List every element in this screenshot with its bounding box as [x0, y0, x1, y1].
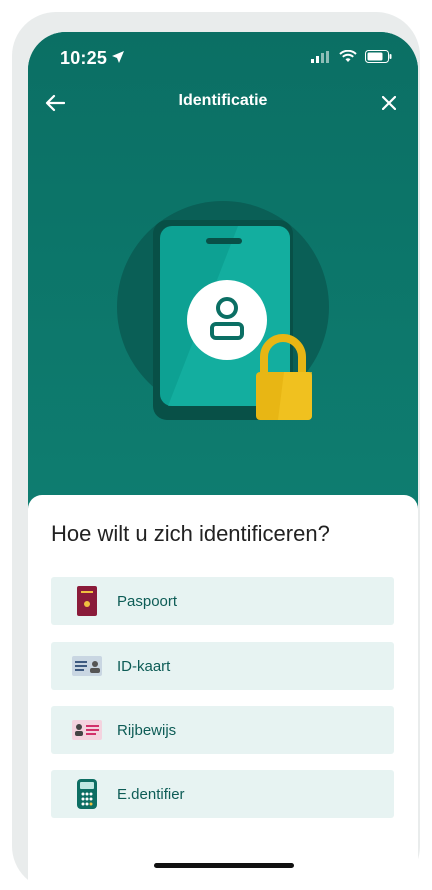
close-icon — [382, 96, 396, 110]
options-sheet: Hoe wilt u zich identificeren? Paspoort … — [28, 495, 418, 890]
wifi-icon — [339, 49, 357, 68]
page-title: Identificatie — [178, 92, 268, 109]
edentifier-icon — [77, 779, 97, 809]
navigation-bar: Identificatie — [28, 84, 418, 124]
status-bar: 10:25 — [28, 32, 418, 82]
option-id-card[interactable]: ID-kaart — [51, 642, 394, 690]
cellular-icon — [311, 50, 331, 68]
status-time: 10:25 — [60, 48, 108, 68]
passport-icon — [77, 586, 97, 616]
option-edentifier[interactable]: E.dentifier — [51, 770, 394, 818]
phone-lock-illustration — [117, 201, 329, 420]
option-label: Rijbewijs — [117, 721, 177, 739]
location-arrow-icon — [111, 50, 125, 69]
option-label: Paspoort — [117, 592, 178, 610]
drivers-license-icon — [72, 720, 102, 740]
option-label: E.dentifier — [117, 785, 185, 803]
option-drivers-license[interactable]: Rijbewijs — [51, 706, 394, 754]
id-card-icon — [72, 656, 102, 676]
phone-screen: 10:25 Identificatie Hoe wilt u zich iden… — [28, 32, 418, 890]
close-button[interactable] — [372, 86, 406, 120]
home-indicator[interactable] — [154, 863, 294, 868]
battery-icon — [365, 50, 392, 68]
option-passport[interactable]: Paspoort — [51, 577, 394, 625]
sheet-question: Hoe wilt u zich identificeren? — [51, 521, 330, 546]
option-label: ID-kaart — [117, 657, 171, 675]
header-area: 10:25 Identificatie — [28, 32, 418, 512]
